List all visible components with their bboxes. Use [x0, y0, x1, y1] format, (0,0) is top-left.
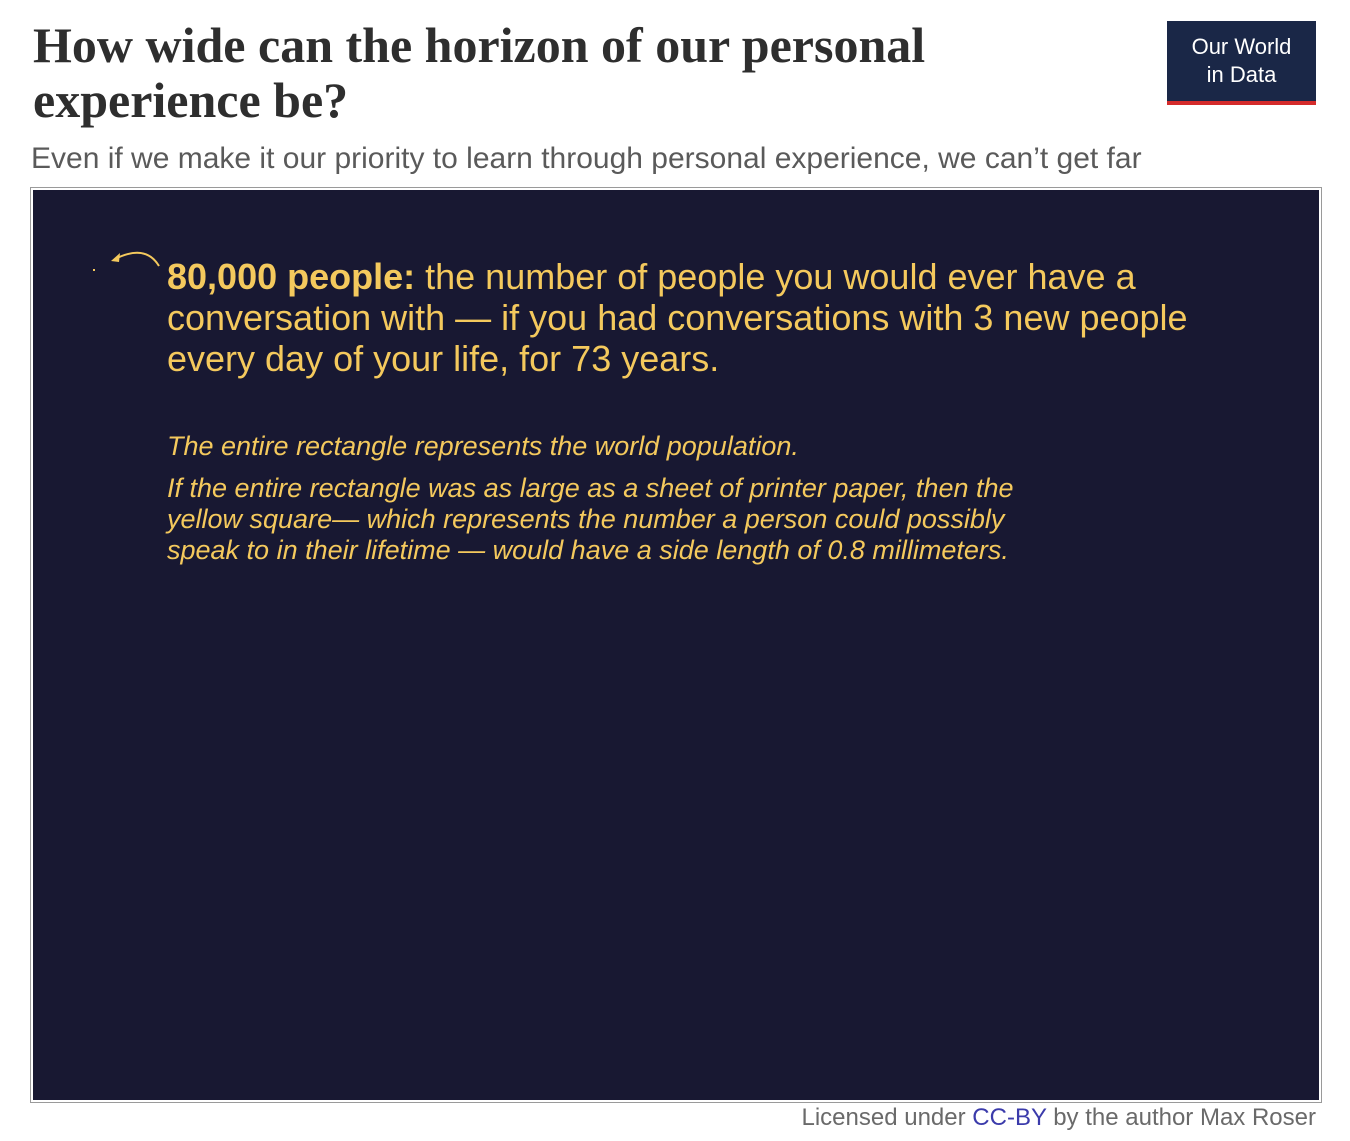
- curved-arrow-icon: [111, 251, 160, 267]
- page-subtitle: Even if we make it our priority to learn…: [31, 142, 1142, 175]
- headline-annotation: 80,000 people: the number of people you …: [167, 256, 1227, 379]
- logo-line-1: Our World: [1191, 34, 1292, 59]
- panel-background: 80,000 people: the number of people you …: [33, 190, 1319, 1100]
- headline-highlight: 80,000 people:: [167, 256, 416, 297]
- page-title: How wide can the horizon of our personal…: [33, 17, 926, 128]
- license-footer: Licensed under CC-BY by the author Max R…: [801, 1103, 1316, 1133]
- owid-logo[interactable]: Our World in Data: [1167, 21, 1316, 105]
- license-link[interactable]: CC-BY: [972, 1104, 1046, 1131]
- logo-text: Our World in Data: [1177, 33, 1307, 89]
- note-printer-paper: If the entire rectangle was as large as …: [167, 473, 1014, 565]
- world-population-rectangle: 80,000 people: the number of people you …: [30, 187, 1322, 1103]
- license-suffix: by the author Max Roser: [1046, 1104, 1316, 1131]
- note-world-population: The entire rectangle represents the worl…: [167, 431, 799, 461]
- yellow-square-marker: [93, 269, 95, 271]
- logo-line-2: in Data: [1206, 62, 1277, 87]
- license-prefix: Licensed under: [801, 1104, 973, 1131]
